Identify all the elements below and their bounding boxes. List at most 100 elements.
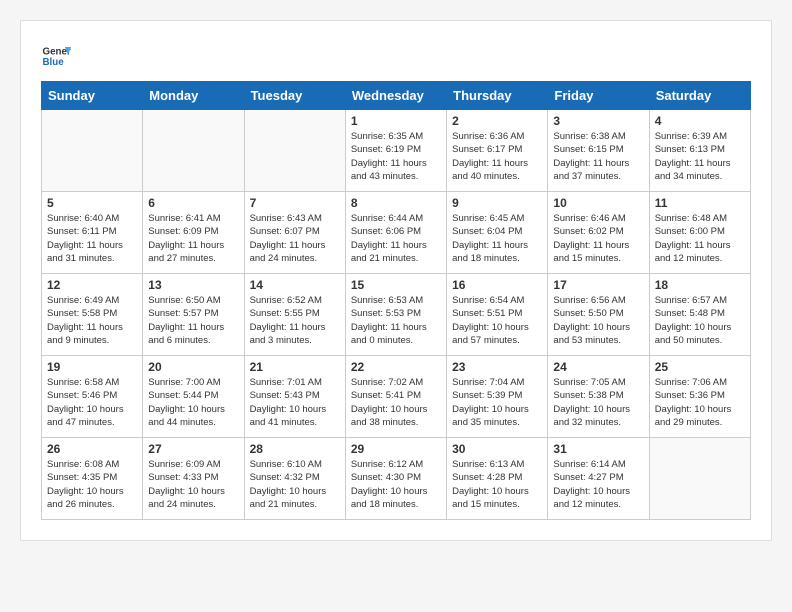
day-info: Sunrise: 6:12 AM Sunset: 4:30 PM Dayligh…	[351, 458, 441, 511]
day-info: Sunrise: 7:05 AM Sunset: 5:38 PM Dayligh…	[553, 376, 643, 429]
day-info: Sunrise: 6:57 AM Sunset: 5:48 PM Dayligh…	[655, 294, 745, 347]
day-header-friday: Friday	[548, 82, 649, 110]
day-number: 26	[47, 442, 137, 456]
day-cell-20: 20 Sunrise: 7:00 AM Sunset: 5:44 PM Dayli…	[143, 356, 244, 438]
calendar-container: General Blue SundayMondayTuesdayWednesda…	[20, 20, 772, 541]
day-info: Sunrise: 6:46 AM Sunset: 6:02 PM Dayligh…	[553, 212, 643, 265]
week-row-1: 1 Sunrise: 6:35 AM Sunset: 6:19 PM Daylig…	[42, 110, 751, 192]
day-info: Sunrise: 6:53 AM Sunset: 5:53 PM Dayligh…	[351, 294, 441, 347]
day-cell-1: 1 Sunrise: 6:35 AM Sunset: 6:19 PM Daylig…	[345, 110, 446, 192]
day-number: 17	[553, 278, 643, 292]
day-number: 16	[452, 278, 542, 292]
day-number: 21	[250, 360, 340, 374]
day-info: Sunrise: 7:02 AM Sunset: 5:41 PM Dayligh…	[351, 376, 441, 429]
day-cell-10: 10Sunrise: 6:46 AM Sunset: 6:02 PM Dayli…	[548, 192, 649, 274]
day-header-monday: Monday	[143, 82, 244, 110]
day-cell-empty-0-1	[143, 110, 244, 192]
day-info: Sunrise: 6:10 AM Sunset: 4:32 PM Dayligh…	[250, 458, 340, 511]
day-cell-3: 3 Sunrise: 6:38 AM Sunset: 6:15 PM Daylig…	[548, 110, 649, 192]
day-cell-18: 18 Sunrise: 6:57 AM Sunset: 5:48 PM Dayli…	[649, 274, 750, 356]
day-cell-23: 23 Sunrise: 7:04 AM Sunset: 5:39 PM Dayli…	[447, 356, 548, 438]
svg-text:Blue: Blue	[43, 57, 65, 68]
day-number: 1	[351, 114, 441, 128]
week-row-2: 5 Sunrise: 6:40 AM Sunset: 6:11 PM Daylig…	[42, 192, 751, 274]
day-info: Sunrise: 6:45 AM Sunset: 6:04 PM Dayligh…	[452, 212, 542, 265]
day-number: 24	[553, 360, 643, 374]
day-info: Sunrise: 7:06 AM Sunset: 5:36 PM Dayligh…	[655, 376, 745, 429]
day-number: 20	[148, 360, 238, 374]
day-info: Sunrise: 7:01 AM Sunset: 5:43 PM Dayligh…	[250, 376, 340, 429]
day-info: Sunrise: 6:38 AM Sunset: 6:15 PM Dayligh…	[553, 130, 643, 183]
calendar-table: SundayMondayTuesdayWednesdayThursdayFrid…	[41, 81, 751, 520]
day-number: 23	[452, 360, 542, 374]
day-cell-empty-4-6	[649, 438, 750, 520]
day-info: Sunrise: 6:52 AM Sunset: 5:55 PM Dayligh…	[250, 294, 340, 347]
day-number: 5	[47, 196, 137, 210]
day-header-tuesday: Tuesday	[244, 82, 345, 110]
day-cell-22: 22 Sunrise: 7:02 AM Sunset: 5:41 PM Dayli…	[345, 356, 446, 438]
day-info: Sunrise: 6:50 AM Sunset: 5:57 PM Dayligh…	[148, 294, 238, 347]
day-number: 2	[452, 114, 542, 128]
day-cell-31: 31 Sunrise: 6:14 AM Sunset: 4:27 PM Dayli…	[548, 438, 649, 520]
day-header-wednesday: Wednesday	[345, 82, 446, 110]
day-cell-28: 28Sunrise: 6:10 AM Sunset: 4:32 PM Dayli…	[244, 438, 345, 520]
day-cell-24: 24 Sunrise: 7:05 AM Sunset: 5:38 PM Dayli…	[548, 356, 649, 438]
day-number: 9	[452, 196, 542, 210]
day-info: Sunrise: 6:39 AM Sunset: 6:13 PM Dayligh…	[655, 130, 745, 183]
day-number: 6	[148, 196, 238, 210]
day-cell-7: 7 Sunrise: 6:43 AM Sunset: 6:07 PM Daylig…	[244, 192, 345, 274]
day-number: 19	[47, 360, 137, 374]
day-number: 22	[351, 360, 441, 374]
day-info: Sunrise: 6:48 AM Sunset: 6:00 PM Dayligh…	[655, 212, 745, 265]
day-info: Sunrise: 7:04 AM Sunset: 5:39 PM Dayligh…	[452, 376, 542, 429]
day-info: Sunrise: 6:44 AM Sunset: 6:06 PM Dayligh…	[351, 212, 441, 265]
day-info: Sunrise: 6:09 AM Sunset: 4:33 PM Dayligh…	[148, 458, 238, 511]
day-info: Sunrise: 6:13 AM Sunset: 4:28 PM Dayligh…	[452, 458, 542, 511]
day-number: 18	[655, 278, 745, 292]
days-header-row: SundayMondayTuesdayWednesdayThursdayFrid…	[42, 82, 751, 110]
day-cell-30: 30Sunrise: 6:13 AM Sunset: 4:28 PM Dayli…	[447, 438, 548, 520]
day-cell-29: 29 Sunrise: 6:12 AM Sunset: 4:30 PM Dayli…	[345, 438, 446, 520]
day-info: Sunrise: 7:00 AM Sunset: 5:44 PM Dayligh…	[148, 376, 238, 429]
day-number: 3	[553, 114, 643, 128]
day-number: 12	[47, 278, 137, 292]
day-number: 7	[250, 196, 340, 210]
day-cell-5: 5 Sunrise: 6:40 AM Sunset: 6:11 PM Daylig…	[42, 192, 143, 274]
day-cell-16: 16 Sunrise: 6:54 AM Sunset: 5:51 PM Dayli…	[447, 274, 548, 356]
day-number: 27	[148, 442, 238, 456]
day-cell-2: 2Sunrise: 6:36 AM Sunset: 6:17 PM Daylig…	[447, 110, 548, 192]
day-cell-11: 11 Sunrise: 6:48 AM Sunset: 6:00 PM Dayli…	[649, 192, 750, 274]
day-info: Sunrise: 6:35 AM Sunset: 6:19 PM Dayligh…	[351, 130, 441, 183]
day-cell-25: 25Sunrise: 7:06 AM Sunset: 5:36 PM Dayli…	[649, 356, 750, 438]
day-number: 13	[148, 278, 238, 292]
day-cell-6: 6 Sunrise: 6:41 AM Sunset: 6:09 PM Daylig…	[143, 192, 244, 274]
logo-icon: General Blue	[41, 41, 71, 71]
day-info: Sunrise: 6:41 AM Sunset: 6:09 PM Dayligh…	[148, 212, 238, 265]
day-info: Sunrise: 6:54 AM Sunset: 5:51 PM Dayligh…	[452, 294, 542, 347]
day-cell-17: 17 Sunrise: 6:56 AM Sunset: 5:50 PM Dayli…	[548, 274, 649, 356]
day-header-sunday: Sunday	[42, 82, 143, 110]
day-number: 15	[351, 278, 441, 292]
day-cell-21: 21 Sunrise: 7:01 AM Sunset: 5:43 PM Dayli…	[244, 356, 345, 438]
day-cell-empty-0-0	[42, 110, 143, 192]
day-info: Sunrise: 6:58 AM Sunset: 5:46 PM Dayligh…	[47, 376, 137, 429]
week-row-5: 26Sunrise: 6:08 AM Sunset: 4:35 PM Dayli…	[42, 438, 751, 520]
day-cell-27: 27 Sunrise: 6:09 AM Sunset: 4:33 PM Dayli…	[143, 438, 244, 520]
week-row-4: 19 Sunrise: 6:58 AM Sunset: 5:46 PM Dayli…	[42, 356, 751, 438]
day-number: 31	[553, 442, 643, 456]
day-info: Sunrise: 6:14 AM Sunset: 4:27 PM Dayligh…	[553, 458, 643, 511]
day-number: 8	[351, 196, 441, 210]
calendar-header: General Blue	[41, 41, 751, 71]
day-info: Sunrise: 6:40 AM Sunset: 6:11 PM Dayligh…	[47, 212, 137, 265]
day-info: Sunrise: 6:43 AM Sunset: 6:07 PM Dayligh…	[250, 212, 340, 265]
day-header-saturday: Saturday	[649, 82, 750, 110]
day-cell-26: 26Sunrise: 6:08 AM Sunset: 4:35 PM Dayli…	[42, 438, 143, 520]
day-number: 11	[655, 196, 745, 210]
week-row-3: 12Sunrise: 6:49 AM Sunset: 5:58 PM Dayli…	[42, 274, 751, 356]
day-cell-15: 15 Sunrise: 6:53 AM Sunset: 5:53 PM Dayli…	[345, 274, 446, 356]
day-info: Sunrise: 6:56 AM Sunset: 5:50 PM Dayligh…	[553, 294, 643, 347]
day-cell-4: 4Sunrise: 6:39 AM Sunset: 6:13 PM Daylig…	[649, 110, 750, 192]
day-cell-9: 9 Sunrise: 6:45 AM Sunset: 6:04 PM Daylig…	[447, 192, 548, 274]
day-cell-12: 12Sunrise: 6:49 AM Sunset: 5:58 PM Dayli…	[42, 274, 143, 356]
day-number: 29	[351, 442, 441, 456]
